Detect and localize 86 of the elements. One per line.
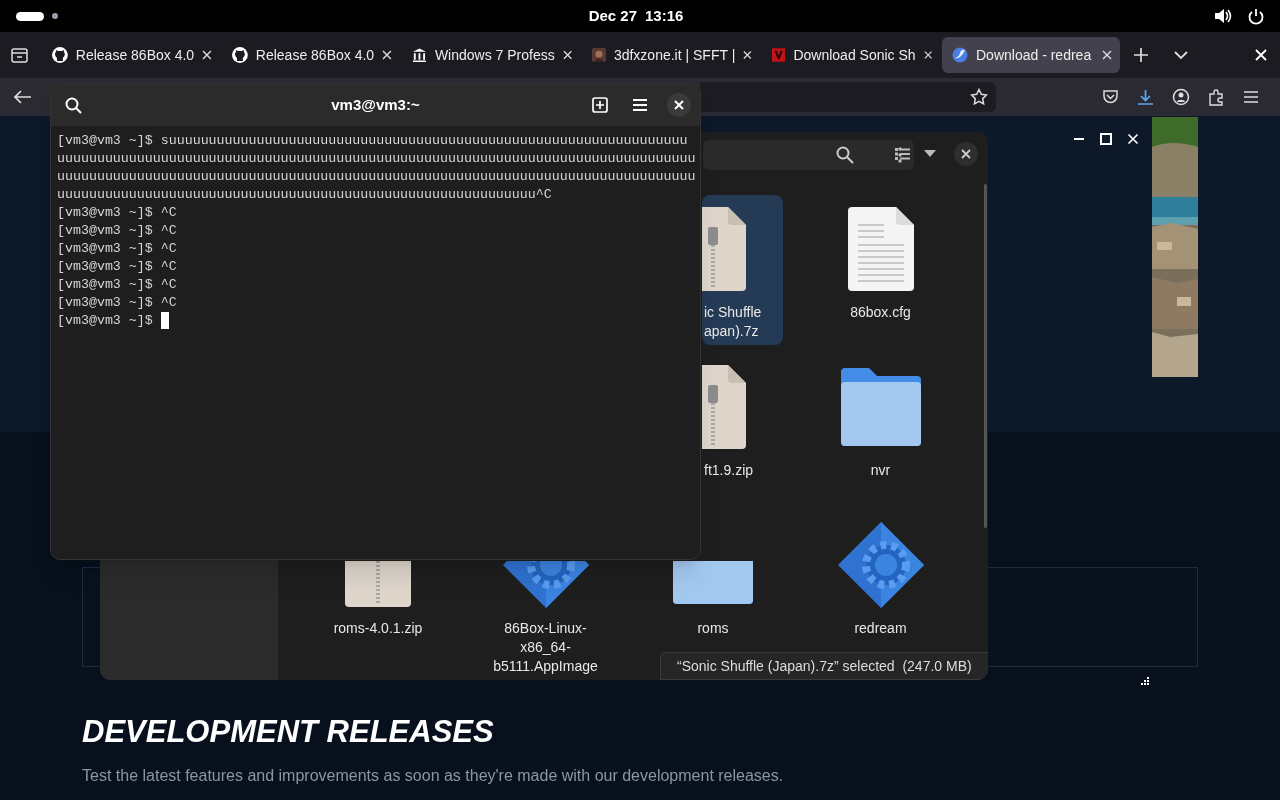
pocket-icon[interactable] (1102, 89, 1119, 105)
terminal-line: uuuuuuuuuuuuuuuuuuuuuuuuuuuuuuuuuuuuuuuuuuuuuuuuuuuuuuuuuuuuuuuuuuuuuuuuuuuuuuuu (57, 168, 696, 186)
tab-title: Release 86Box 4.0 (75, 45, 195, 65)
terminal-line: [vm3@vm3 ~]$ ^C (57, 240, 177, 258)
close-icon[interactable] (1102, 50, 1112, 60)
browser-tab[interactable]: Windows 7 Profess (402, 37, 580, 73)
scrollbar[interactable] (984, 184, 987, 528)
date-text[interactable]: Dec 27 (588, 4, 637, 28)
file-name: redream (854, 619, 907, 638)
status-overlay: “Sonic Shuffle (Japan).7z” selected (247.0 MB) (660, 652, 988, 680)
close-icon[interactable] (923, 50, 932, 60)
tab-title: 3dfxzone.it | SFFT | (613, 45, 736, 65)
logo-icon (772, 47, 786, 63)
resize-handle-icon[interactable] (1140, 676, 1150, 686)
chevron-down-icon[interactable] (1174, 50, 1188, 60)
file-item[interactable]: nvr (810, 353, 951, 503)
file-name: roms (697, 619, 729, 638)
new-tab-icon[interactable] (592, 97, 608, 113)
close-icon (674, 100, 684, 110)
power-icon[interactable] (1248, 7, 1264, 25)
menu-icon[interactable] (1243, 90, 1259, 104)
terminal-line: [vm3@vm3 ~]$ ^C (57, 222, 177, 240)
star-icon[interactable] (970, 88, 988, 106)
browser-tab[interactable]: Download Sonic Sh (762, 37, 940, 73)
file-name: nvr (870, 461, 891, 480)
back-arrow-icon[interactable] (14, 90, 32, 104)
close-icon[interactable] (743, 50, 752, 60)
path-bar[interactable] (703, 140, 914, 170)
volume-icon[interactable] (1214, 8, 1232, 24)
favicon-icon (592, 47, 606, 63)
file-item[interactable]: ic Shuffle apan).7z (702, 195, 783, 345)
list-view-icon[interactable] (894, 147, 910, 161)
section-description: Test the latest features and improvements as soon as they're made with our development releases. (82, 765, 784, 786)
zip-file-icon (345, 561, 411, 607)
clock-text[interactable]: 13:16 (645, 4, 684, 28)
folder-icon (673, 561, 753, 604)
file-item[interactable]: 86box.cfg (810, 195, 951, 345)
terminal-line: uuuuuuuuuuuuuuuuuuuuuuuuuuuuuuuuuuuuuuuuuuuuuuuuuuuuuuuuuuuu^C (57, 186, 552, 204)
terminal-line: [vm3@vm3 ~]$ ^C (57, 294, 177, 312)
tab-title: Windows 7 Profess (434, 45, 555, 65)
text-file-icon (847, 207, 914, 291)
github-icon (232, 47, 248, 63)
columns-icon (412, 47, 427, 63)
terminal-line: [vm3@vm3 ~]$ (57, 312, 154, 330)
browser-tab[interactable]: 3dfxzone.it | SFFT | (582, 37, 760, 73)
tab-title: Release 86Box 4.0 (255, 45, 375, 65)
folder-icon (840, 368, 921, 446)
file-item[interactable]: roms-4.0.1.zip (308, 561, 448, 661)
browser-tab[interactable]: Download - redrea (942, 37, 1120, 73)
section-heading: DEVELOPMENT RELEASES (82, 713, 495, 751)
tab-title: Download Sonic Sh (793, 45, 916, 65)
close-icon[interactable] (562, 50, 572, 60)
account-icon[interactable] (1172, 88, 1190, 106)
terminal-line: [vm3@vm3 ~]$ ^C (57, 258, 177, 276)
window-title: vm3@vm3:~ (331, 94, 420, 115)
file-name: ic Shuffle apan).7z (703, 303, 762, 341)
terminal-line: [vm3@vm3 ~]$ ^C (57, 276, 177, 294)
download-icon[interactable] (1137, 88, 1154, 106)
file-name: 86box.cfg (850, 303, 911, 322)
close-button[interactable] (954, 142, 978, 166)
tab-title: Download - redrea (976, 45, 1093, 65)
terminal-line: [vm3@vm3 ~]$ ^C (57, 204, 177, 222)
more-options-icon[interactable] (898, 147, 902, 163)
terminal-line: [vm3@vm3 ~]$ suuuuuuuuuuuuuuuuuuuuuuuuuuuuuuuuuuuuuuuuuuuuuuuuuuuuuuuuuuuuuuuuu (57, 132, 688, 150)
maximize-icon[interactable] (1099, 132, 1113, 146)
search-icon[interactable] (65, 97, 82, 114)
dropdown-arrow-icon[interactable] (924, 150, 936, 157)
browser-tab[interactable]: Release 86Box 4.0 (42, 37, 220, 73)
zip-file-icon (702, 207, 746, 291)
zip-file-icon (702, 365, 746, 449)
close-button[interactable] (667, 93, 691, 117)
github-icon (52, 47, 68, 63)
globe-icon (952, 47, 968, 63)
file-name: roms-4.0.1.zip (333, 619, 423, 638)
close-icon (961, 149, 971, 159)
terminal-line: uuuuuuuuuuuuuuuuuuuuuuuuuuuuuuuuuuuuuuuuuuuuuuuuuuuuuuuuuuuuuuuuuuuuuuuuuuuuuuuu (57, 150, 696, 168)
tab-list-icon[interactable] (11, 47, 28, 63)
activities-indicator[interactable] (16, 11, 44, 21)
file-name: ft1.9.zip (703, 461, 754, 480)
file-name: 86Box-Linux- x86_64- b5111.AppImage (493, 619, 598, 676)
plus-icon[interactable] (1134, 48, 1148, 62)
extensions-icon[interactable] (1208, 88, 1225, 106)
browser-tab[interactable]: Release 86Box 4.0 (222, 37, 400, 73)
search-icon[interactable] (836, 146, 854, 164)
close-icon[interactable] (202, 50, 212, 60)
close-icon[interactable] (382, 50, 392, 60)
